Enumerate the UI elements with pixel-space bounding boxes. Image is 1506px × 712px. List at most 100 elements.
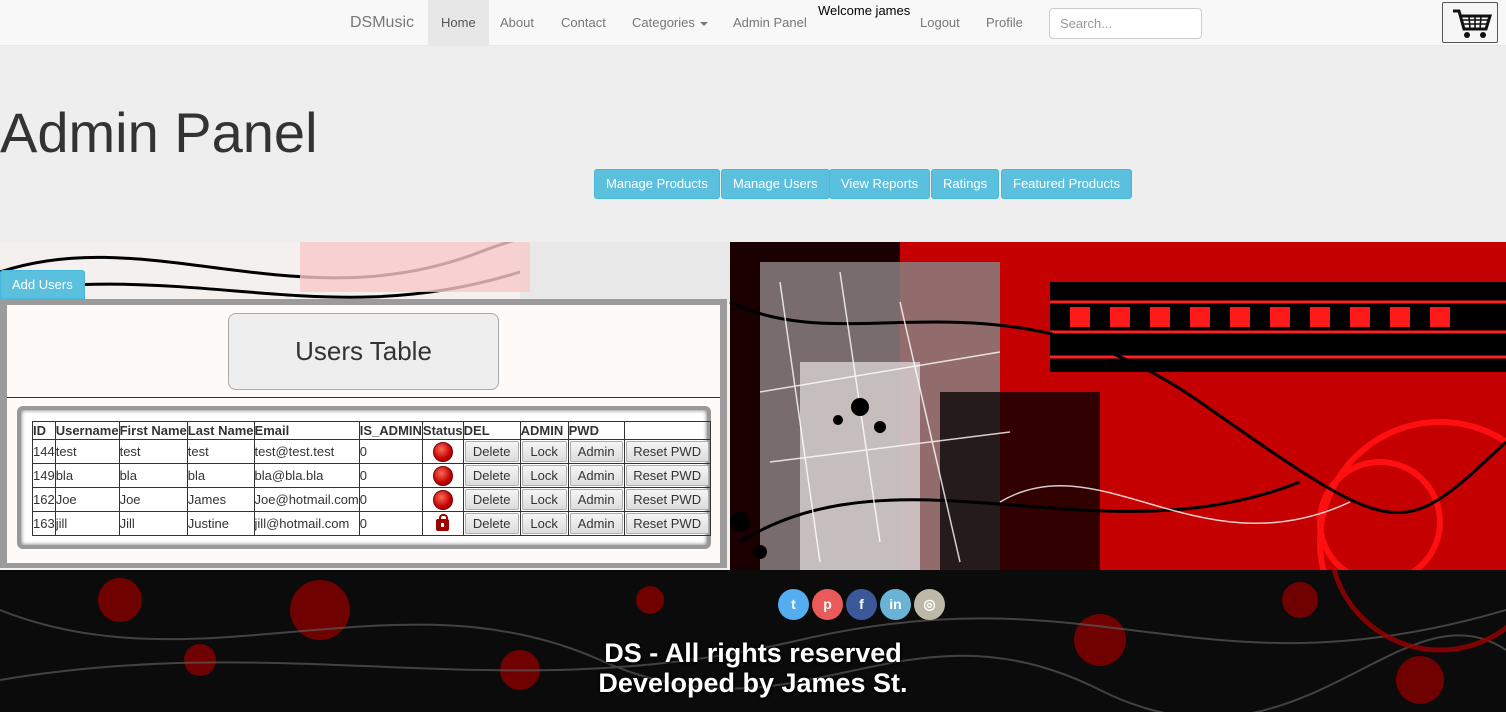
cell-status	[421, 487, 464, 512]
nav-admin-panel[interactable]: Admin Panel	[720, 0, 820, 45]
delete-button[interactable]: Delete	[464, 489, 519, 510]
cell-reset: Reset PWD	[623, 511, 711, 536]
cell-email: test@test.test	[253, 439, 360, 464]
cell-email: jill@hotmail.com	[253, 511, 360, 536]
users-table-frame: ID Username First Name Last Name Email I…	[17, 406, 711, 549]
cell-id: 162	[32, 487, 56, 512]
col-first-name: First Name	[118, 421, 188, 440]
lock-button[interactable]: Lock	[521, 513, 567, 534]
cell-first-name: test	[118, 439, 188, 464]
cell-id: 144	[32, 439, 56, 464]
lock-button[interactable]: Lock	[521, 441, 567, 462]
col-del: DEL	[462, 421, 521, 440]
delete-button[interactable]: Delete	[464, 465, 519, 486]
cell-lock: Lock	[519, 487, 569, 512]
cell-lock: Lock	[519, 463, 569, 488]
cell-status	[421, 511, 464, 536]
cell-lock: Lock	[519, 439, 569, 464]
cell-is-admin: 0	[358, 439, 423, 464]
shopping-cart-icon[interactable]	[1442, 2, 1498, 43]
cell-del: Delete	[462, 463, 521, 488]
table-header-row: ID Username First Name Last Name Email I…	[32, 421, 711, 440]
cell-email: bla@bla.bla	[253, 463, 360, 488]
cell-admin: Admin	[567, 439, 625, 464]
nav-profile[interactable]: Profile	[973, 0, 1036, 45]
instagram-icon[interactable]: ◎	[914, 589, 945, 620]
admin-button[interactable]: Admin	[569, 465, 623, 486]
col-email: Email	[253, 421, 360, 440]
manage-users-button[interactable]: Manage Users	[721, 169, 830, 199]
col-last-name: Last Name	[186, 421, 255, 440]
view-reports-button[interactable]: View Reports	[829, 169, 931, 199]
manage-products-button[interactable]: Manage Products	[594, 169, 720, 199]
nav-about[interactable]: About	[487, 0, 547, 45]
cell-del: Delete	[462, 487, 521, 512]
lock-button[interactable]: Lock	[521, 465, 567, 486]
add-users-button[interactable]: Add Users	[0, 270, 85, 299]
users-panel-body: Users Table ID Username First Name Last …	[7, 305, 720, 563]
nav-categories[interactable]: Categories	[619, 0, 721, 45]
delete-button[interactable]: Delete	[464, 441, 519, 462]
cell-reset: Reset PWD	[623, 463, 711, 488]
cell-first-name: bla	[118, 463, 188, 488]
cell-is-admin: 0	[358, 487, 423, 512]
nav-categories-label: Categories	[632, 15, 695, 30]
status-red-dot-icon	[432, 489, 453, 510]
nav-contact[interactable]: Contact	[548, 0, 619, 45]
admin-button[interactable]: Admin	[569, 489, 623, 510]
table-row: 149 bla bla bla bla@bla.bla 0 Delete Loc…	[32, 463, 711, 488]
status-red-dot-icon	[432, 465, 453, 486]
nav-logout[interactable]: Logout	[907, 0, 973, 45]
cell-status	[421, 463, 464, 488]
cell-id: 149	[32, 463, 56, 488]
reset-pwd-button[interactable]: Reset PWD	[625, 513, 709, 534]
nav-home[interactable]: Home	[428, 0, 489, 45]
page-title: Admin Panel	[0, 101, 318, 164]
search-input[interactable]	[1049, 8, 1202, 39]
admin-button[interactable]: Admin	[569, 513, 623, 534]
cell-first-name: Jill	[118, 511, 188, 536]
users-table: ID Username First Name Last Name Email I…	[32, 421, 711, 536]
cell-last-name: test	[186, 439, 255, 464]
cell-email: Joe@hotmail.com	[253, 487, 360, 512]
cell-id: 163	[32, 511, 56, 536]
linkedin-icon[interactable]: in	[880, 589, 911, 620]
cell-admin: Admin	[567, 487, 625, 512]
cell-del: Delete	[462, 511, 521, 536]
cell-first-name: Joe	[118, 487, 188, 512]
cell-reset: Reset PWD	[623, 487, 711, 512]
table-row: 144 test test test test@test.test 0 Dele…	[32, 439, 711, 464]
col-admin: ADMIN	[519, 421, 569, 440]
cell-reset: Reset PWD	[623, 439, 711, 464]
twitter-icon[interactable]: t	[778, 589, 809, 620]
table-row: 162 Joe Joe James Joe@hotmail.com 0 Dele…	[32, 487, 711, 512]
cell-last-name: Justine	[186, 511, 255, 536]
welcome-text: Welcome james	[818, 3, 911, 18]
facebook-icon[interactable]: f	[846, 589, 877, 620]
delete-button[interactable]: Delete	[464, 513, 519, 534]
featured-products-button[interactable]: Featured Products	[1001, 169, 1132, 199]
reset-pwd-button[interactable]: Reset PWD	[625, 489, 709, 510]
lock-icon	[435, 513, 449, 531]
cell-username: Joe	[54, 487, 120, 512]
navbar: DSMusic Home About Contact Categories Ad…	[0, 0, 1506, 46]
chevron-down-icon	[699, 21, 708, 26]
ratings-button[interactable]: Ratings	[931, 169, 1000, 199]
cell-del: Delete	[462, 439, 521, 464]
reset-pwd-button[interactable]: Reset PWD	[625, 441, 709, 462]
admin-button[interactable]: Admin	[569, 441, 623, 462]
pinterest-icon[interactable]: p	[812, 589, 843, 620]
cell-last-name: bla	[186, 463, 255, 488]
reset-pwd-button[interactable]: Reset PWD	[625, 465, 709, 486]
cell-lock: Lock	[519, 511, 569, 536]
cell-username: test	[54, 439, 120, 464]
table-row: 163 jill Jill Justine jill@hotmail.com 0…	[32, 511, 711, 536]
lock-button[interactable]: Lock	[521, 489, 567, 510]
cell-admin: Admin	[567, 463, 625, 488]
brand-link[interactable]: DSMusic	[350, 14, 414, 32]
col-id: ID	[32, 421, 56, 440]
cell-status	[421, 439, 464, 464]
footer-copyright: DS - All rights reserved	[604, 638, 902, 668]
col-reset	[623, 421, 711, 440]
cell-is-admin: 0	[358, 511, 423, 536]
